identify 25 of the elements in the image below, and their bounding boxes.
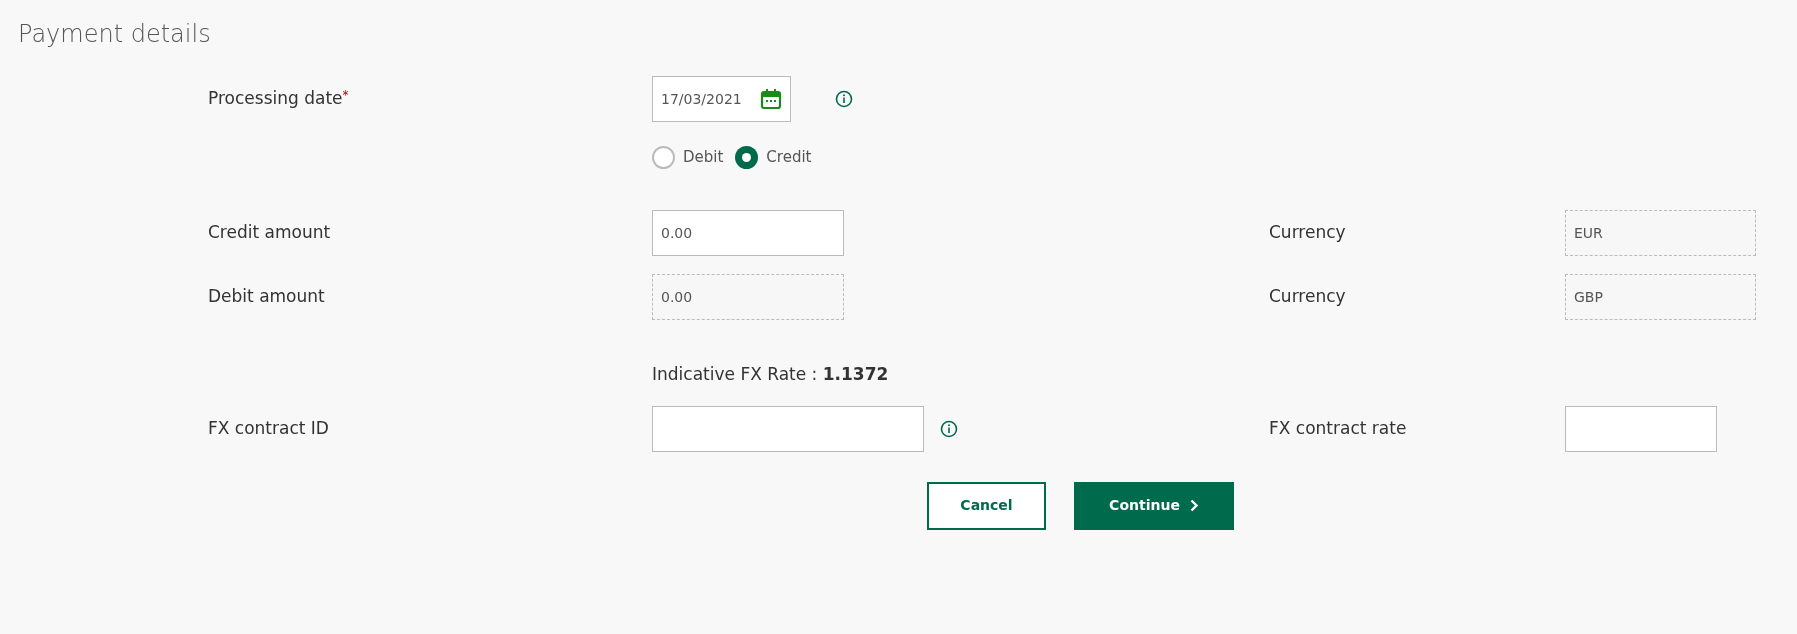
- radio-button[interactable]: [652, 145, 675, 169]
- field-label: FX contract rate: [1269, 416, 1408, 440]
- field-label: Debit amount: [208, 285, 326, 309]
- info-icon[interactable]: [940, 419, 958, 438]
- field-label: Currency: [1269, 285, 1347, 309]
- field-label: Credit amount: [208, 221, 332, 245]
- calendar-icon[interactable]: [760, 88, 782, 110]
- info-icon[interactable]: [835, 90, 853, 108]
- input-field[interactable]: [1565, 405, 1717, 452]
- chevron-right-icon: [1189, 499, 1199, 512]
- input-field[interactable]: [652, 405, 924, 452]
- field-label: Currency: [1269, 221, 1347, 245]
- currency-field: EUR: [1565, 210, 1756, 256]
- radio-label: Credit: [766, 146, 812, 168]
- field-label: Processing date*: [208, 87, 350, 111]
- cancel-button[interactable]: Cancel: [927, 481, 1046, 530]
- currency-field: GBP: [1565, 274, 1756, 320]
- field-label: FX contract ID: [208, 416, 330, 440]
- date-field[interactable]: 17/03/2021: [652, 76, 791, 122]
- radio-button[interactable]: [735, 145, 759, 169]
- indicative-rate-text: Indicative FX Rate : 1.1372: [652, 363, 890, 386]
- radio-label: Debit: [683, 146, 724, 168]
- amount-field[interactable]: 0.00: [652, 210, 844, 256]
- page-title: Payment details: [17, 19, 212, 50]
- continue-button[interactable]: Continue: [1074, 481, 1234, 530]
